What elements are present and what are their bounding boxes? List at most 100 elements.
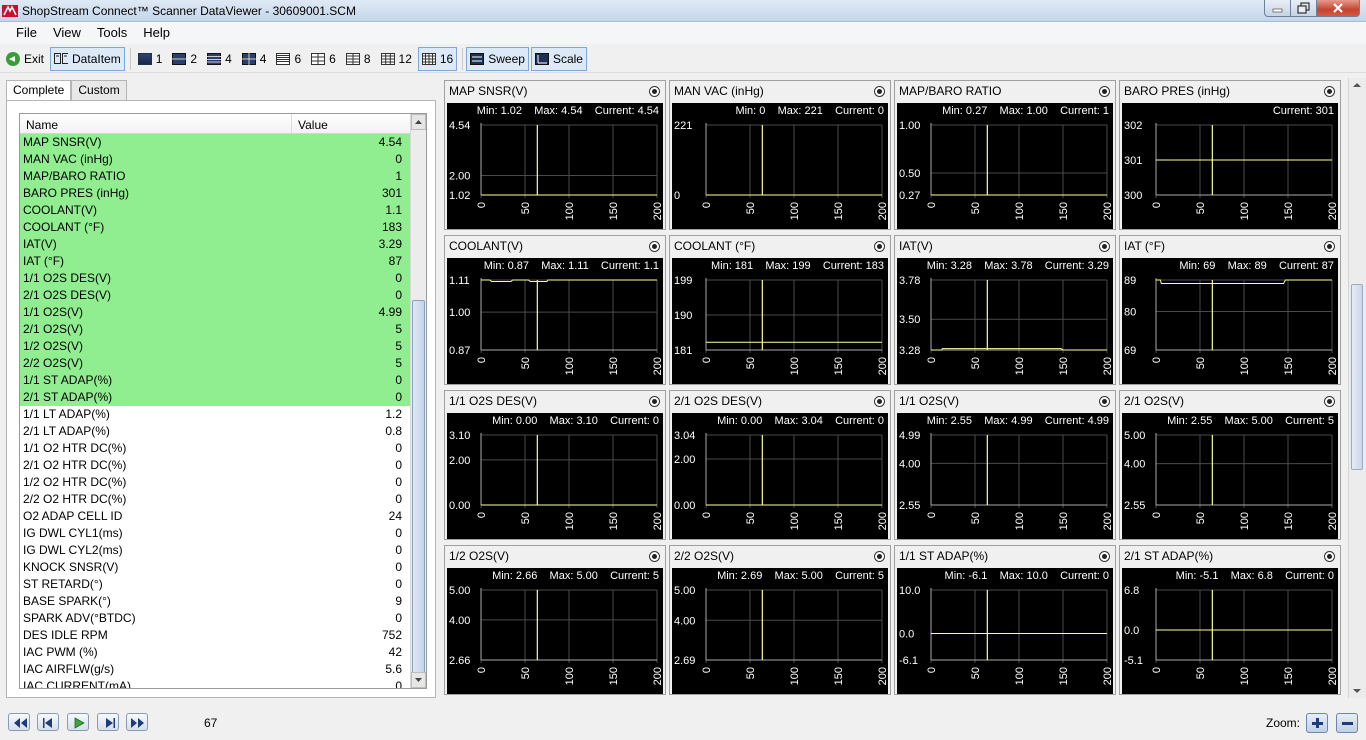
chart-grid-scrollbar[interactable] — [1348, 78, 1366, 698]
column-header-name[interactable]: Name — [20, 114, 292, 133]
scale-button[interactable]: Scale — [530, 46, 587, 71]
list-item[interactable]: MAP SNSR(V) 4.54 — [20, 134, 412, 151]
minimize-button[interactable] — [1264, 0, 1291, 17]
list-item[interactable]: 2/2 O2 HTR DC(%) 0 — [20, 491, 412, 508]
menu-view[interactable]: View — [45, 22, 89, 44]
dataitem-button[interactable]: DataItem — [50, 46, 125, 71]
exit-button[interactable]: Exit — [2, 47, 48, 71]
list-item[interactable]: 1/2 O2S(V) 5 — [20, 338, 412, 355]
list-item[interactable]: BARO PRES (inHg) 301 — [20, 185, 412, 202]
chart-panel[interactable]: BARO PRES (inHg) Current: 301 0 50 100 150 200… — [1119, 80, 1341, 230]
chart-visibility-radio-icon[interactable] — [1099, 86, 1110, 97]
list-item[interactable]: IG DWL CYL2(ms) 0 — [20, 542, 412, 559]
menu-help[interactable]: Help — [135, 22, 178, 44]
chart-visibility-radio-icon[interactable] — [874, 86, 885, 97]
tab-custom[interactable]: Custom — [71, 80, 127, 100]
list-item[interactable]: IAC PWM (%) 42 — [20, 644, 412, 661]
list-item[interactable]: IG DWL CYL1(ms) 0 — [20, 525, 412, 542]
chart-panel[interactable]: MAP/BARO RATIO Min: 0.27 Max: 1.00 Curren… — [894, 80, 1116, 230]
chart-visibility-radio-icon[interactable] — [649, 241, 660, 252]
list-item[interactable]: MAN VAC (inHg) 0 — [20, 151, 412, 168]
list-item[interactable]: 1/1 O2 HTR DC(%) 0 — [20, 440, 412, 457]
chart-panel[interactable]: 1/1 O2S(V) Min: 2.55 Max: 4.99 Current: 4… — [894, 390, 1116, 540]
list-item[interactable]: BASE SPARK(°) 9 — [20, 593, 412, 610]
chart-panel[interactable]: COOLANT(V) Min: 0.87 Max: 1.11 Current: 1… — [444, 235, 666, 385]
chart-visibility-radio-icon[interactable] — [1099, 396, 1110, 407]
layout-6-rows-button[interactable]: 6 — [272, 47, 305, 71]
list-item[interactable]: 2/1 O2S DES(V) 0 — [20, 287, 412, 304]
layout-4-rows-button[interactable]: 4 — [203, 47, 236, 71]
next-frame-button[interactable] — [97, 713, 119, 731]
chart-visibility-radio-icon[interactable] — [874, 396, 885, 407]
list-item[interactable]: 1/1 O2S(V) 4.99 — [20, 304, 412, 321]
list-item[interactable]: 2/1 ST ADAP(%) 0 — [20, 389, 412, 406]
layout-12-button[interactable]: 12 — [377, 47, 416, 71]
sweep-button[interactable]: Sweep — [466, 46, 529, 71]
list-item[interactable]: COOLANT(V) 1.1 — [20, 202, 412, 219]
chart-visibility-radio-icon[interactable] — [1324, 241, 1335, 252]
chart-panel[interactable]: 2/1 O2S DES(V) Min: 0.00 Max: 3.04 Curren… — [669, 390, 891, 540]
list-item[interactable]: O2 ADAP CELL ID 24 — [20, 508, 412, 525]
chart-panel[interactable]: COOLANT (°F) Min: 181 Max: 199 Current: 1… — [669, 235, 891, 385]
list-item[interactable]: IAC AIRFLW(g/s) 5.6 — [20, 661, 412, 678]
chart-visibility-radio-icon[interactable] — [874, 551, 885, 562]
scroll-up-button[interactable] — [411, 114, 426, 130]
chart-panel[interactable]: 1/1 ST ADAP(%) Min: -6.1 Max: 10.0 Curren… — [894, 545, 1116, 695]
chart-visibility-radio-icon[interactable] — [649, 551, 660, 562]
chart-visibility-radio-icon[interactable] — [1099, 241, 1110, 252]
list-item[interactable]: IAT (°F) 87 — [20, 253, 412, 270]
layout-6-grid-button[interactable]: 6 — [307, 47, 340, 71]
maximize-button[interactable] — [1290, 0, 1317, 17]
close-window-button[interactable] — [1316, 0, 1360, 17]
tab-complete[interactable]: Complete — [6, 80, 72, 101]
list-item[interactable]: IAC CURRENT(mA) 0 — [20, 678, 412, 688]
chart-panel[interactable]: MAN VAC (inHg) Min: 0 Max: 221 Current: 0… — [669, 80, 891, 230]
chart-panel[interactable]: 2/1 ST ADAP(%) Min: -5.1 Max: 6.8 Current… — [1119, 545, 1341, 695]
chart-panel[interactable]: 2/2 O2S(V) Min: 2.69 Max: 5.00 Current: 5… — [669, 545, 891, 695]
list-item[interactable]: ST RETARD(°) 0 — [20, 576, 412, 593]
chart-panel[interactable]: IAT(V) Min: 3.28 Max: 3.78 Current: 3.29 0… — [894, 235, 1116, 385]
list-item[interactable]: 1/1 ST ADAP(%) 0 — [20, 372, 412, 389]
list-item[interactable]: 1/1 O2S DES(V) 0 — [20, 270, 412, 287]
list-item[interactable]: 1/1 LT ADAP(%) 1.2 — [20, 406, 412, 423]
chart-scroll-thumb[interactable] — [1351, 284, 1363, 470]
list-item[interactable]: KNOCK SNSR(V) 0 — [20, 559, 412, 576]
list-item[interactable]: 1/2 O2 HTR DC(%) 0 — [20, 474, 412, 491]
layout-8-button[interactable]: 8 — [342, 47, 375, 71]
menu-tools[interactable]: Tools — [89, 22, 135, 44]
chart-panel[interactable]: 1/1 O2S DES(V) Min: 0.00 Max: 3.10 Curren… — [444, 390, 666, 540]
chart-visibility-radio-icon[interactable] — [1324, 396, 1335, 407]
list-item[interactable]: MAP/BARO RATIO 1 — [20, 168, 412, 185]
menu-file[interactable]: File — [8, 22, 45, 44]
zoom-out-button[interactable] — [1336, 713, 1358, 733]
play-button[interactable] — [67, 713, 89, 731]
list-item[interactable]: 2/1 LT ADAP(%) 0.8 — [20, 423, 412, 440]
list-item[interactable]: SPARK ADV(°BTDC) 0 — [20, 610, 412, 627]
list-item[interactable]: DES IDLE RPM 752 — [20, 627, 412, 644]
chart-visibility-radio-icon[interactable] — [1099, 551, 1110, 562]
chart-visibility-radio-icon[interactable] — [649, 86, 660, 97]
list-item[interactable]: 2/1 O2S(V) 5 — [20, 321, 412, 338]
chart-visibility-radio-icon[interactable] — [649, 396, 660, 407]
chart-panel[interactable]: MAP SNSR(V) Min: 1.02 Max: 4.54 Current: … — [444, 80, 666, 230]
last-frame-button[interactable] — [126, 713, 148, 731]
list-item[interactable]: COOLANT (°F) 183 — [20, 219, 412, 236]
list-item[interactable]: IAT(V) 3.29 — [20, 236, 412, 253]
chart-visibility-radio-icon[interactable] — [1324, 551, 1335, 562]
previous-frame-button[interactable] — [37, 713, 59, 731]
chart-visibility-radio-icon[interactable] — [1324, 86, 1335, 97]
chart-panel[interactable]: 2/1 O2S(V) Min: 2.55 Max: 5.00 Current: 5… — [1119, 390, 1341, 540]
layout-2-button[interactable]: 2 — [168, 47, 201, 71]
first-frame-button[interactable] — [8, 713, 30, 731]
list-item[interactable]: 2/2 O2S(V) 5 — [20, 355, 412, 372]
chart-visibility-radio-icon[interactable] — [874, 241, 885, 252]
layout-4-grid-button[interactable]: 4 — [238, 47, 271, 71]
zoom-in-button[interactable] — [1306, 713, 1328, 733]
list-item[interactable]: 2/1 O2 HTR DC(%) 0 — [20, 457, 412, 474]
scroll-down-button[interactable] — [411, 672, 426, 688]
layout-16-button[interactable]: 16 — [417, 46, 458, 71]
column-header-value[interactable]: Value — [292, 114, 410, 133]
chart-panel[interactable]: IAT (°F) Min: 69 Max: 89 Current: 87 0 50 10… — [1119, 235, 1341, 385]
list-scroll-thumb[interactable] — [412, 300, 425, 684]
list-scrollbar[interactable] — [410, 114, 426, 688]
